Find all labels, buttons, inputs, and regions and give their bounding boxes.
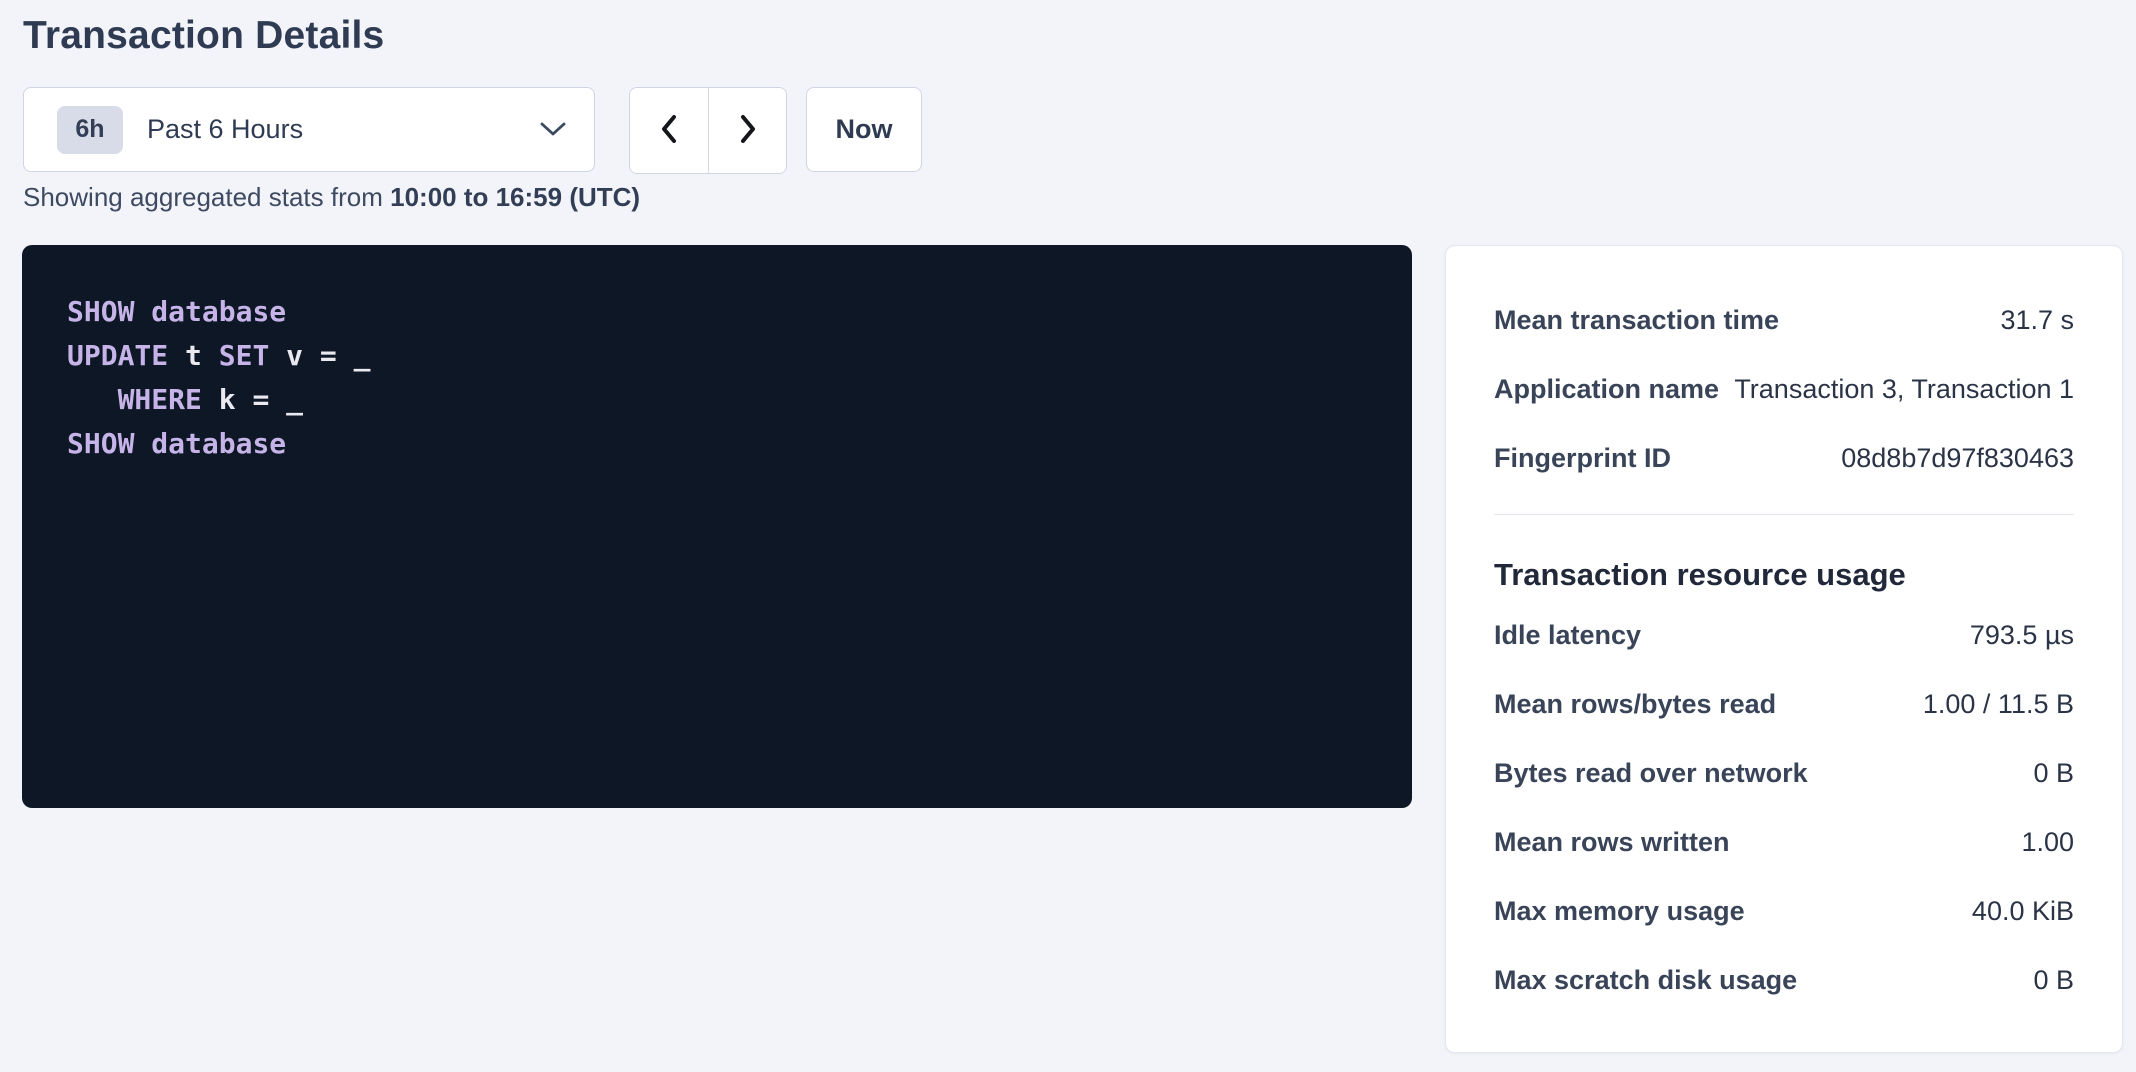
sql-text — [134, 427, 151, 460]
time-range-badge: 6h — [57, 106, 123, 154]
stat-value: 0 B — [2033, 965, 2074, 996]
stat-label: Bytes read over network — [1494, 758, 1808, 789]
stat-row: Fingerprint ID 08d8b7d97f830463 — [1494, 424, 2074, 493]
stat-value: 08d8b7d97f830463 — [1841, 443, 2074, 474]
stat-label: Idle latency — [1494, 620, 1641, 651]
sql-text: k = _ — [202, 383, 303, 416]
sql-keyword: UPDATE — [67, 339, 168, 372]
sql-keyword: SHOW — [67, 295, 134, 328]
sql-text: v = _ — [269, 339, 370, 372]
caption-time-range: 10:00 to 16:59 (UTC) — [390, 182, 640, 212]
summary-rows: Mean transaction time 31.7 s Application n… — [1494, 286, 2074, 493]
stat-row: Mean rows/bytes read 1.00 / 11.5 B — [1494, 670, 2074, 739]
stat-row: Application name Transaction 3, Transacti… — [1494, 355, 2074, 424]
stat-value: 0 B — [2033, 758, 2074, 789]
now-button[interactable]: Now — [806, 87, 922, 172]
stat-label: Mean rows/bytes read — [1494, 689, 1776, 720]
stat-row: Max memory usage 40.0 KiB — [1494, 877, 2074, 946]
stat-label: Fingerprint ID — [1494, 443, 1671, 474]
stat-label: Mean transaction time — [1494, 305, 1779, 336]
sql-keyword: database — [151, 295, 286, 328]
sql-keyword: WHERE — [118, 383, 202, 416]
stat-value: 1.00 — [2021, 827, 2074, 858]
sql-text: t — [168, 339, 219, 372]
resource-usage-heading: Transaction resource usage — [1494, 557, 2074, 593]
page-title: Transaction Details — [23, 14, 384, 58]
sql-text — [67, 383, 118, 416]
stat-row: Bytes read over network 0 B — [1494, 739, 2074, 808]
stat-label: Max memory usage — [1494, 896, 1745, 927]
resource-rows: Idle latency 793.5 µs Mean rows/bytes read… — [1494, 601, 2074, 1015]
next-window-button[interactable] — [708, 88, 786, 173]
stat-value: 40.0 KiB — [1972, 896, 2074, 927]
time-window-nav — [629, 87, 787, 174]
stat-label: Mean rows written — [1494, 827, 1730, 858]
stat-row: Idle latency 793.5 µs — [1494, 601, 2074, 670]
stat-row: Mean transaction time 31.7 s — [1494, 286, 2074, 355]
sql-keyword: database — [151, 427, 286, 460]
sql-text — [134, 295, 151, 328]
stat-label: Max scratch disk usage — [1494, 965, 1797, 996]
stat-row: Max scratch disk usage 0 B — [1494, 946, 2074, 1015]
previous-window-button[interactable] — [630, 88, 708, 173]
sql-statements: SHOW database UPDATE t SET v = _ WHERE k… — [67, 290, 1372, 466]
chevron-left-icon — [657, 113, 681, 148]
stat-value: 793.5 µs — [1970, 620, 2074, 651]
transaction-summary-panel: Mean transaction time 31.7 s Application n… — [1445, 245, 2123, 1053]
stat-row: Mean rows written 1.00 — [1494, 808, 2074, 877]
stat-value: 31.7 s — [2000, 305, 2074, 336]
transaction-sql-box: SHOW database UPDATE t SET v = _ WHERE k… — [22, 245, 1412, 808]
chevron-right-icon — [736, 113, 760, 148]
stat-label: Application name — [1494, 374, 1719, 405]
chevron-down-icon — [540, 122, 566, 137]
sql-keyword: SET — [219, 339, 270, 372]
time-range-dropdown[interactable]: 6h Past 6 Hours — [23, 87, 595, 172]
panel-divider — [1494, 514, 2074, 515]
stat-value: Transaction 3, Transaction 1 — [1734, 374, 2074, 405]
time-range-label: Past 6 Hours — [147, 114, 303, 145]
aggregated-stats-caption: Showing aggregated stats from 10:00 to 1… — [23, 182, 640, 213]
time-picker-toolbar: 6h Past 6 Hours Now — [23, 87, 922, 174]
sql-keyword: SHOW — [67, 427, 134, 460]
stat-value: 1.00 / 11.5 B — [1923, 689, 2074, 720]
